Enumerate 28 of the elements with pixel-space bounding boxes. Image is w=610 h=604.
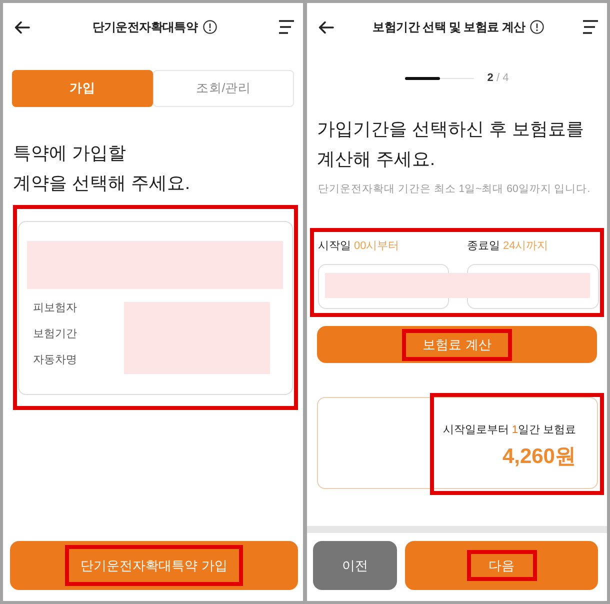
tab[interactable]: 조회/관리 [153,70,294,107]
screen-title: 단기운전자확대특약 [92,18,198,36]
back-button[interactable]: 이전 [313,541,397,590]
info-note: 단기운전자확대 기간은 최소 1일~최대 60일까지 입니다. [317,182,592,197]
info-icon[interactable] [530,20,544,34]
field-label: 보험기간 [33,327,78,342]
menu-icon[interactable] [583,20,598,34]
screen-heading: 가입기간을 선택하신 후 보험료를 계산해 주세요. [316,118,586,171]
calculate-button[interactable]: 보험료 계산 [317,326,597,363]
date-label: 종료일 [467,239,500,253]
step-counter: 2 / 4 [487,72,509,84]
info-icon[interactable] [202,20,217,34]
time-hint: 00시부터 [354,239,400,253]
back-arrow-icon[interactable] [14,20,30,34]
field-label: 자동차명 [33,353,78,368]
menu-icon[interactable] [279,20,294,34]
contract-card[interactable]: 피보험자 보험기간 자동차명 [18,221,293,395]
premium-amount: 4,260원 [502,444,576,470]
date-label: 시작일 [318,239,351,253]
tab[interactable]: 가입 [12,70,153,107]
next-button[interactable]: 다음 [405,541,598,590]
field-label: 피보험자 [33,301,78,316]
time-hint: 24시까지 [503,239,548,253]
submit-button[interactable]: 단기운전자확대특약 가입 [10,541,298,590]
screen-title: 보험기간 선택 및 보험료 계산 [372,18,526,36]
back-arrow-icon[interactable] [318,20,334,34]
screen-heading: 특약에 가입할 계약을 선택해 주세요. [12,142,192,195]
premium-caption: 시작일로부터 1일간 보험료 [442,423,576,438]
